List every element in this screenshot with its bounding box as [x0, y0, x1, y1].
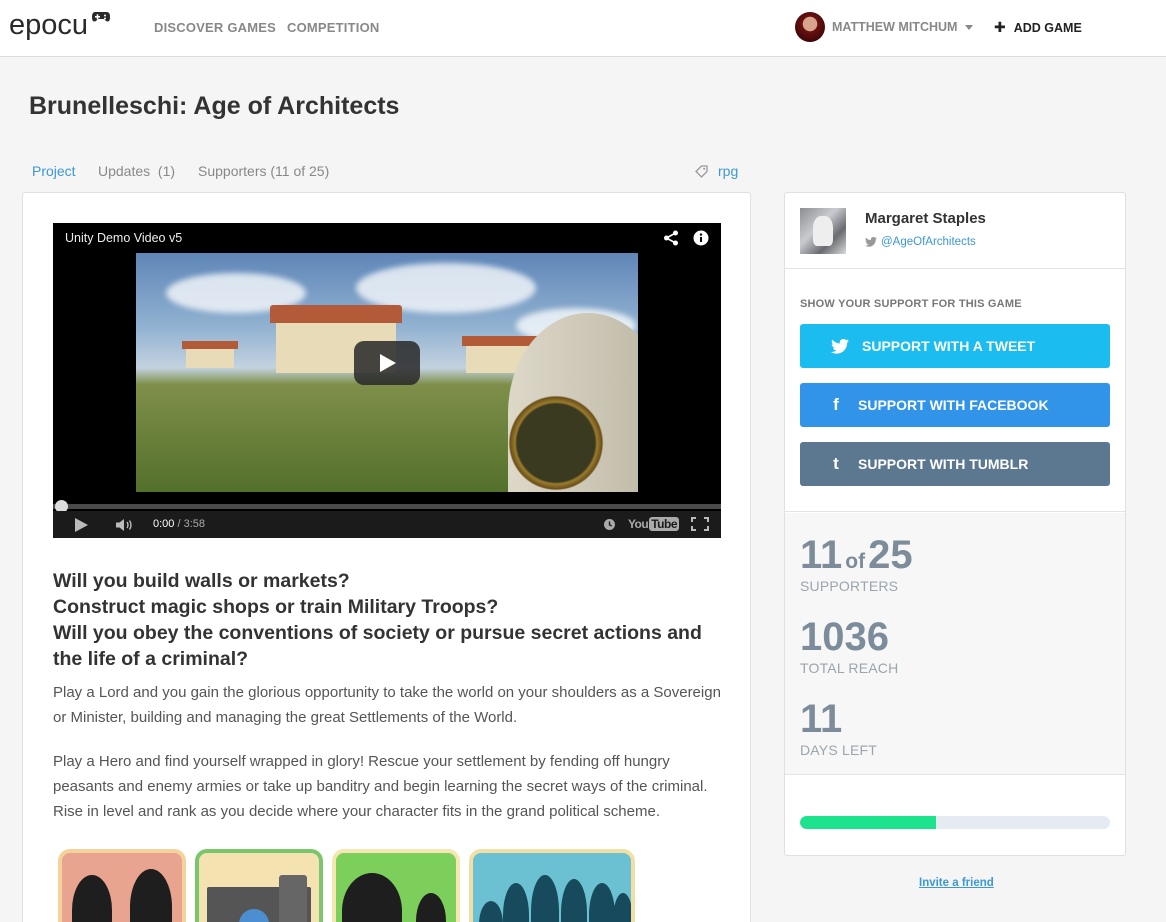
- tag-label[interactable]: rpg: [718, 163, 738, 179]
- share-icon[interactable]: [663, 230, 679, 246]
- article-headline: Will you build walls or markets? Constru…: [53, 568, 713, 672]
- current-time: 0:00: [153, 518, 175, 530]
- character-art-heroes: [469, 849, 635, 922]
- user-menu[interactable]: MATTHEW MITCHUM: [795, 12, 974, 42]
- creator-handle[interactable]: @AgeOfArchitects: [881, 236, 976, 248]
- nav-competition[interactable]: COMPETITION: [287, 20, 379, 35]
- reach-label: TOTAL REACH: [800, 660, 899, 676]
- plus-icon: ✚: [994, 19, 1006, 35]
- support-tweet-button[interactable]: SUPPORT WITH A TWEET: [800, 324, 1110, 368]
- user-name[interactable]: MATTHEW MITCHUM: [832, 20, 957, 34]
- chevron-down-icon[interactable]: [965, 24, 974, 30]
- youtube-logo[interactable]: You Tube: [628, 517, 679, 531]
- support-heading: SHOW YOUR SUPPORT FOR THIS GAME: [800, 298, 1022, 310]
- watch-later-icon[interactable]: [603, 518, 616, 531]
- reach-count: 1036: [800, 615, 889, 659]
- support-facebook-label: SUPPORT WITH FACEBOOK: [858, 397, 1049, 413]
- tag-icon: [695, 164, 708, 178]
- days-left-label: DAYS LEFT: [800, 742, 878, 758]
- video-title[interactable]: Unity Demo Video v5: [65, 231, 182, 245]
- creator-info: Margaret Staples @AgeOfArchitects: [785, 193, 1125, 269]
- character-art-lords: [58, 849, 186, 922]
- support-tumblr-label: SUPPORT WITH TUMBLR: [858, 456, 1029, 472]
- avatar[interactable]: [795, 12, 825, 42]
- volume-icon[interactable]: [115, 518, 135, 532]
- of-label: of: [845, 550, 866, 573]
- video-progress-bar[interactable]: [53, 504, 721, 509]
- support-tweet-label: SUPPORT WITH A TWEET: [862, 338, 1036, 354]
- add-game-button[interactable]: ✚ ADD GAME: [994, 19, 1082, 36]
- tab-project[interactable]: Project: [32, 163, 76, 179]
- video-player[interactable]: Unity Demo Video v5 0:00 / 3:58 You Tube: [53, 223, 721, 538]
- supporters-count: 11 of25: [800, 535, 913, 582]
- supporters-value: 11: [800, 533, 843, 577]
- epocu-logo[interactable]: epocu: [9, 9, 111, 42]
- add-game-label: ADD GAME: [1013, 20, 1082, 35]
- project-card: Unity Demo Video v5 0:00 / 3:58 You Tube…: [22, 192, 751, 922]
- creator-twitter-link[interactable]: @AgeOfArchitects: [865, 236, 976, 248]
- twitter-icon: [831, 338, 849, 354]
- twitter-icon: [865, 237, 877, 247]
- logo-text[interactable]: epocu: [9, 9, 88, 42]
- support-facebook-button[interactable]: f SUPPORT WITH FACEBOOK: [800, 383, 1110, 427]
- headline-line: Will you build walls or markets?: [53, 570, 350, 592]
- character-art-wizard: [332, 849, 460, 922]
- progress-track: [800, 816, 1110, 829]
- video-top-controls: [663, 230, 709, 246]
- invite-friend-link[interactable]: Invite a friend: [919, 877, 994, 889]
- play-button[interactable]: [354, 341, 420, 385]
- video-bottom-right-controls: You Tube: [603, 517, 709, 531]
- facebook-icon: f: [833, 395, 839, 414]
- nav-discover-games[interactable]: DISCOVER GAMES: [154, 20, 276, 35]
- progress-fill: [800, 816, 937, 829]
- info-icon[interactable]: [693, 230, 709, 246]
- creator-name[interactable]: Margaret Staples: [865, 210, 986, 227]
- support-section: SHOW YOUR SUPPORT FOR THIS GAME SUPPORT …: [785, 270, 1125, 512]
- support-tumblr-button[interactable]: t SUPPORT WITH TUMBLR: [800, 442, 1110, 486]
- tab-updates[interactable]: Updates (1): [98, 163, 175, 179]
- duration: / 3:58: [174, 518, 205, 530]
- top-navbar: epocu DISCOVER GAMES COMPETITION MATTHEW…: [0, 0, 1166, 57]
- character-art-castle: [195, 849, 323, 922]
- supporters-label: SUPPORTERS: [800, 578, 899, 594]
- page-title: Brunelleschi: Age of Architects: [29, 92, 400, 120]
- article-paragraph: Play a Lord and you gain the glorious op…: [53, 684, 721, 726]
- video-control-bar: 0:00 / 3:58 You Tube: [53, 511, 721, 538]
- tab-supporters[interactable]: Supporters (11 of 25): [198, 163, 329, 179]
- days-left-count: 11: [800, 697, 843, 741]
- video-time: 0:00 / 3:58: [153, 518, 205, 530]
- headline-line: Will you obey the conventions of society…: [53, 622, 702, 670]
- stats-section: 11 of25 SUPPORTERS 1036 TOTAL REACH 11 DA…: [785, 513, 1125, 775]
- sidebar-card: Margaret Staples @AgeOfArchitects SHOW Y…: [784, 192, 1126, 856]
- tumblr-icon: t: [833, 454, 839, 473]
- supporters-goal: 25: [868, 533, 913, 577]
- fullscreen-icon[interactable]: [691, 517, 709, 531]
- funding-progress: [785, 776, 1125, 855]
- headline-line: Construct magic shops or train Military …: [53, 596, 499, 618]
- gamepad-icon: [92, 12, 111, 22]
- tag-link[interactable]: rpg: [695, 163, 738, 179]
- creator-avatar[interactable]: [800, 208, 846, 254]
- article-paragraph: Play a Hero and find yourself wrapped in…: [53, 753, 708, 820]
- play-icon[interactable]: [75, 518, 88, 532]
